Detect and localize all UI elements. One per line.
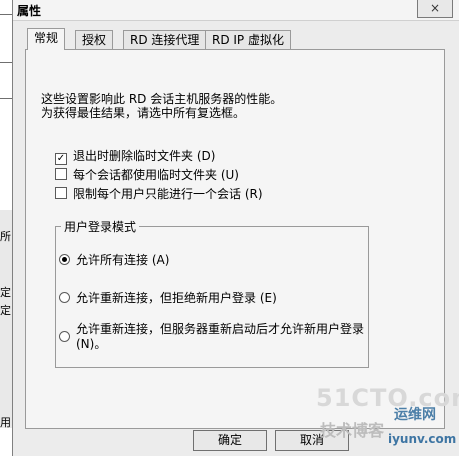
background-text: 所 xyxy=(0,230,11,243)
radio-allow-reconnect-until-restart[interactable]: 允许重新连接，但服务器重新启动后才允许新用户登录 (N)。 xyxy=(59,322,364,352)
description-line: 为获得最佳结果，请选中所有复选框。 xyxy=(41,106,246,120)
close-button[interactable]: × xyxy=(417,0,453,18)
divider xyxy=(0,62,12,63)
radio-allow-reconnect-deny-new[interactable]: 允许重新连接，但拒绝新用户登录 (E) xyxy=(59,291,277,306)
checkbox-label: 限制每个用户只能进行一个会话 (R) xyxy=(73,187,263,201)
ok-button[interactable]: 确定 xyxy=(193,430,267,451)
checkbox-label: 退出时删除临时文件夹 (D) xyxy=(73,149,216,163)
checkbox-temp-folder-per-session[interactable]: 每个会话都使用临时文件夹 (U) xyxy=(55,167,239,183)
properties-dialog: 属性 × 常规 授权 RD 连接代理 RD IP 虚拟化 这些设置影响此 RD … xyxy=(12,0,459,456)
checkbox-delete-temp-folders[interactable]: ✓ 退出时删除临时文件夹 (D) xyxy=(55,148,216,165)
tab-rd-ip-virtualization[interactable]: RD IP 虚拟化 xyxy=(205,30,291,49)
background-text: 定 xyxy=(0,286,11,299)
radio-allow-all[interactable]: 允许所有连接 (A) xyxy=(59,253,169,268)
radio-label: 允许重新连接，但服务器重新启动后才允许新用户登录 (N)。 xyxy=(76,322,364,352)
radio-unselected-icon[interactable] xyxy=(59,331,70,342)
radio-selected-icon[interactable] xyxy=(59,254,70,265)
title-bar[interactable]: 属性 × xyxy=(13,0,459,21)
cancel-button[interactable]: 取消 xyxy=(275,430,349,451)
checkbox-unchecked-icon[interactable] xyxy=(55,187,67,199)
radio-label: 允许重新连接，但拒绝新用户登录 (E) xyxy=(76,291,277,305)
radio-label-line: (N)。 xyxy=(76,337,107,351)
description-text: 这些设置影响此 RD 会话主机服务器的性能。 为获得最佳结果，请选中所有复选框。 xyxy=(41,92,282,120)
checkbox-label: 每个会话都使用临时文件夹 (U) xyxy=(73,168,239,182)
radio-label: 允许所有连接 (A) xyxy=(76,253,170,267)
close-icon: × xyxy=(429,1,441,15)
tab-general[interactable]: 常规 xyxy=(27,28,66,50)
divider xyxy=(0,98,12,99)
background-text: 用 xyxy=(0,416,11,429)
background-text: 定 xyxy=(0,304,11,317)
checkbox-single-session[interactable]: 限制每个用户只能进行一个会话 (R) xyxy=(55,186,263,202)
radio-label-line: 允许重新连接，但服务器重新启动后才允许新用户登录 xyxy=(76,322,365,336)
checkbox-unchecked-icon[interactable] xyxy=(55,168,67,180)
dialog-title: 属性 xyxy=(17,4,42,18)
tab-rd-connection-broker[interactable]: RD 连接代理 xyxy=(123,30,207,49)
divider xyxy=(0,14,12,15)
description-line: 这些设置影响此 RD 会话主机服务器的性能。 xyxy=(41,92,283,106)
radio-unselected-icon[interactable] xyxy=(59,292,70,303)
tab-licensing[interactable]: 授权 xyxy=(75,30,114,49)
checkbox-checked-icon[interactable]: ✓ xyxy=(55,153,67,165)
group-legend: 用户登录模式 xyxy=(61,218,140,235)
